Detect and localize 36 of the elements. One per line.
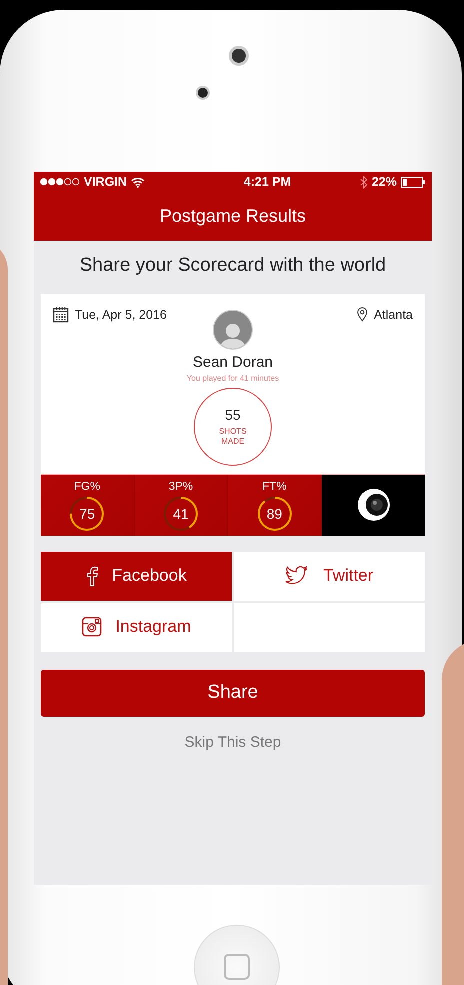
- stat-value: 75: [78, 504, 96, 524]
- battery-icon: [401, 176, 426, 188]
- home-button[interactable]: [194, 924, 280, 985]
- share-option[interactable]: Instagram: [41, 602, 232, 652]
- shots-label: SHOTS MADE: [219, 427, 247, 446]
- stat-label: 3P%: [168, 480, 194, 493]
- share-option[interactable]: Facebook: [41, 552, 232, 601]
- bluetooth-icon: [360, 176, 368, 189]
- share-button[interactable]: Share: [41, 670, 425, 717]
- share-option[interactable]: Twitter: [234, 552, 425, 601]
- battery-percent: 22%: [372, 175, 397, 190]
- location-pin-icon: [357, 307, 368, 322]
- bird-icon: [285, 566, 310, 586]
- wifi-icon: [131, 176, 146, 188]
- section-heading: Share your Scorecard with the world: [78, 254, 388, 278]
- player-name: Sean Doran: [192, 354, 274, 371]
- clock-time: 4:21 PM: [244, 175, 292, 190]
- play-time: You played for 41 minutes: [186, 374, 280, 383]
- carrier-name: VIRGIN: [84, 175, 128, 190]
- game-date: Tue, Apr 5, 2016: [75, 308, 167, 322]
- shots-count: 55: [225, 407, 241, 424]
- calendar-icon: [53, 306, 69, 323]
- avatar: [213, 310, 253, 350]
- stat-value: 41: [172, 504, 190, 524]
- skip-link[interactable]: Skip This Step: [184, 734, 282, 751]
- lens-logo-icon: [356, 488, 391, 522]
- sensor-dot: [196, 86, 210, 100]
- stat-label: FG%: [74, 480, 100, 493]
- nav-title: Postgame Results: [160, 206, 306, 228]
- camera-icon: [82, 617, 102, 638]
- signal-icon: [40, 178, 80, 186]
- camera-lens: [229, 46, 249, 66]
- game-location: Atlanta: [374, 308, 413, 322]
- stat-label: FT%: [262, 480, 287, 493]
- stat-value: 89: [266, 504, 284, 524]
- facebook-icon: [86, 565, 98, 588]
